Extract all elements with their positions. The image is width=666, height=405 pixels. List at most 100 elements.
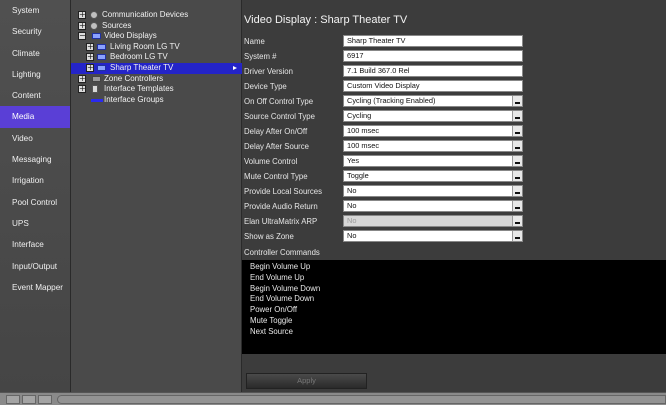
chevron-down-icon[interactable]	[512, 126, 522, 136]
nav-item-event-mapper[interactable]: Event Mapper	[0, 277, 70, 298]
chevron-down-icon[interactable]	[512, 231, 522, 241]
tree-item-interface-groups[interactable]: Interface Groups	[71, 95, 242, 106]
property-label: Name	[244, 37, 265, 46]
chevron-down-icon[interactable]	[512, 171, 522, 181]
property-select[interactable]: Cycling (Tracking Enabled)	[343, 95, 523, 107]
nav-item-video[interactable]: Video	[0, 128, 70, 149]
property-label: Driver Version	[244, 67, 293, 76]
property-row: Delay After Source 100 msec	[242, 139, 666, 154]
chevron-down-icon[interactable]	[512, 96, 522, 106]
nav-item-system[interactable]: System	[0, 0, 70, 21]
property-label: On Off Control Type	[244, 97, 314, 106]
property-select[interactable]: No	[343, 185, 523, 197]
command-item[interactable]: End Volume Down	[250, 294, 666, 305]
zone-icon	[92, 75, 101, 82]
property-row: Provide Local Sources No	[242, 184, 666, 199]
property-select[interactable]: No	[343, 230, 523, 242]
tree-item-interface-templates[interactable]: + Interface Templates	[71, 84, 242, 95]
property-select[interactable]: Cycling	[343, 110, 523, 122]
property-value: Custom Video Display	[347, 81, 420, 90]
property-input[interactable]: Custom Video Display	[343, 80, 523, 92]
chevron-down-icon[interactable]	[512, 111, 522, 121]
command-item[interactable]: End Volume Up	[250, 273, 666, 284]
property-label: Provide Audio Return	[244, 202, 318, 211]
property-input[interactable]: 6917	[343, 50, 523, 62]
property-label: Provide Local Sources	[244, 187, 323, 196]
expand-toggle-icon[interactable]: +	[78, 11, 86, 19]
nav-item-lighting[interactable]: Lighting	[0, 64, 70, 85]
nav-item-climate[interactable]: Climate	[0, 43, 70, 64]
command-item[interactable]: Power On/Off	[250, 305, 666, 316]
property-input[interactable]: 7.1 Build 367.0 Rel	[343, 65, 523, 77]
bottom-bar	[0, 392, 666, 405]
expand-toggle-icon[interactable]: +	[86, 64, 94, 72]
property-label: Device Type	[244, 82, 287, 91]
properties-panel: Video Display : Sharp Theater TV Name Sha…	[242, 0, 666, 392]
folder-icon	[92, 33, 101, 40]
property-select[interactable]: 100 msec	[343, 140, 523, 152]
property-row: Provide Audio Return No	[242, 199, 666, 214]
chevron-down-icon[interactable]	[512, 156, 522, 166]
collapse-toggle-icon[interactable]: −	[78, 32, 86, 41]
expand-toggle-icon[interactable]: +	[78, 21, 86, 30]
property-input[interactable]: Sharp Theater TV	[343, 35, 523, 47]
property-row: Delay After On/Off 100 msec	[242, 124, 666, 139]
group-icon	[91, 98, 103, 102]
property-select[interactable]: 100 msec	[343, 125, 523, 137]
chevron-down-icon[interactable]	[512, 141, 522, 151]
expand-toggle-icon[interactable]: +	[78, 85, 86, 94]
property-select[interactable]: Toggle	[343, 170, 523, 182]
nav-item-security[interactable]: Security	[0, 21, 70, 42]
tree-item-video-displays[interactable]: − Video Displays	[71, 31, 242, 42]
controller-commands-list[interactable]: Begin Volume Up End Volume Up Begin Volume…	[242, 260, 666, 354]
horizontal-scrollbar[interactable]	[57, 395, 666, 404]
chevron-down-icon[interactable]	[512, 186, 522, 196]
command-item[interactable]: Mute Toggle	[250, 316, 666, 327]
expand-toggle-icon[interactable]: +	[86, 53, 94, 62]
property-select[interactable]: Yes	[343, 155, 523, 167]
tv-icon	[97, 65, 106, 71]
command-item[interactable]: Next Source	[250, 327, 666, 338]
tree-item-label: Communication Devices	[102, 10, 189, 19]
property-row: Device Type Custom Video Display	[242, 79, 666, 94]
command-item[interactable]: Begin Volume Down	[250, 284, 666, 295]
bottom-button-2[interactable]	[22, 395, 36, 404]
nav-item-irrigation[interactable]: Irrigation	[0, 170, 70, 191]
property-row: On Off Control Type Cycling (Tracking Ena…	[242, 94, 666, 109]
speaker-icon	[90, 21, 98, 30]
tree-item-sharp-theater-tv[interactable]: + Sharp Theater TV	[71, 63, 242, 74]
tree-item-communication-devices[interactable]: + Communication Devices	[71, 10, 242, 21]
property-value: No	[347, 231, 357, 240]
nav-item-content[interactable]: Content	[0, 85, 70, 106]
property-row: System # 6917	[242, 49, 666, 64]
command-item[interactable]: Begin Volume Up	[250, 262, 666, 273]
tree-item-living-room-lg-tv[interactable]: + Living Room LG TV	[71, 42, 242, 53]
nav-item-ups[interactable]: UPS	[0, 213, 70, 234]
bottom-button-3[interactable]	[38, 395, 52, 404]
expand-toggle-icon[interactable]: +	[86, 42, 94, 51]
tree-item-sources[interactable]: + Sources	[71, 21, 242, 32]
tree-item-zone-controllers[interactable]: + Zone Controllers	[71, 74, 242, 85]
property-select[interactable]: No	[343, 200, 523, 212]
nav-item-messaging[interactable]: Messaging	[0, 149, 70, 170]
property-row: Show as Zone No	[242, 229, 666, 244]
tree-item-bedroom-lg-tv[interactable]: + Bedroom LG TV	[71, 52, 242, 63]
nav-item-input-output[interactable]: Input/Output	[0, 256, 70, 277]
expand-toggle-icon[interactable]: +	[78, 74, 86, 83]
property-label: Show as Zone	[244, 232, 294, 241]
property-value: 100 msec	[347, 141, 380, 150]
property-value: Yes	[347, 156, 360, 165]
tree-item-label: Interface Templates	[104, 84, 174, 94]
property-label: Delay After On/Off	[244, 127, 308, 136]
bottom-button-1[interactable]	[6, 395, 20, 404]
property-select: No	[343, 215, 523, 227]
chevron-down-icon[interactable]	[512, 201, 522, 211]
nav-item-pool-control[interactable]: Pool Control	[0, 192, 70, 213]
tree-item-label: Sharp Theater TV	[110, 63, 174, 72]
apply-button[interactable]: Apply	[246, 373, 367, 389]
property-value: 7.1 Build 367.0 Rel	[347, 66, 410, 75]
property-value: Cycling (Tracking Enabled)	[347, 96, 436, 105]
chevron-down-icon	[512, 216, 522, 226]
nav-item-media[interactable]: Media	[0, 106, 70, 128]
nav-item-interface[interactable]: Interface	[0, 234, 70, 255]
